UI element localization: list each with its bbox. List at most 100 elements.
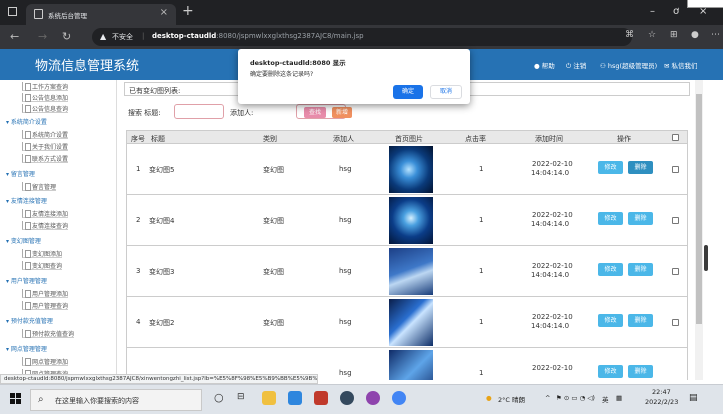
sidebar-group[interactable]: ▾ 网点管理管理 — [6, 344, 47, 354]
query-button[interactable]: 查找 — [304, 107, 326, 118]
tab-close-icon[interactable]: × — [160, 7, 168, 18]
sidebar-item[interactable]: 关于我们设置 — [22, 142, 69, 151]
forward-icon[interactable]: → — [38, 30, 47, 43]
sidebar-group-label: 留言管理 — [10, 171, 35, 178]
edit-button[interactable]: 修改 — [598, 263, 623, 276]
row-checkbox[interactable] — [672, 319, 679, 326]
sidebar-item[interactable]: 变幻图查询 — [22, 261, 63, 270]
reload-icon[interactable]: ↻ — [62, 30, 71, 43]
row-adder: hsg — [339, 165, 352, 173]
user-link[interactable]: ⚇ hsg(超级管理员) — [600, 60, 657, 70]
translate-icon[interactable]: ⌘ — [625, 30, 634, 40]
sidebar-item[interactable]: 友情连接查询 — [22, 221, 69, 230]
more-icon[interactable]: ⋯ — [711, 30, 720, 40]
add-button[interactable]: 新增 — [332, 107, 352, 118]
sidebar-group[interactable]: ▾ 预付款充值管理 — [6, 316, 53, 326]
row-checkbox[interactable] — [672, 217, 679, 224]
sidebar-item[interactable]: 工作方案查询 — [22, 82, 69, 91]
sidebar-group-label: 用户管理管理 — [10, 278, 47, 285]
row-clicks: 1 — [479, 369, 484, 377]
dialog-ok-button[interactable]: 确定 — [393, 85, 423, 99]
sidebar-item[interactable]: 公告信息添加 — [22, 93, 69, 102]
sidebar-item[interactable]: 用户管理添加 — [22, 289, 69, 298]
select-all-checkbox[interactable] — [672, 134, 679, 141]
browser-tab-bar: 系统后台管理 × + – ơ × — [0, 0, 723, 25]
profile-icon[interactable]: ● — [691, 30, 699, 40]
delete-button[interactable]: 删除 — [628, 365, 653, 378]
logout-link[interactable]: ⏻ 注销 — [566, 60, 586, 71]
scrollbar-thumb[interactable] — [696, 94, 702, 324]
edit-button[interactable]: 修改 — [598, 365, 623, 378]
row-checkbox[interactable] — [672, 166, 679, 173]
sidebar-group[interactable]: ▾ 留言管理 — [6, 169, 35, 179]
chrome-icon[interactable] — [392, 391, 406, 405]
sidebar-item[interactable]: 公告信息查询 — [22, 104, 69, 113]
row-time: 14:04:14.0 — [531, 271, 570, 279]
browser-menu-icon[interactable] — [8, 7, 17, 16]
delete-button[interactable]: 删除 — [628, 161, 653, 174]
col-ops: 操作 — [617, 135, 631, 143]
windows-start-icon[interactable] — [10, 393, 22, 405]
message-link[interactable]: ✉ 私信我们 — [664, 60, 698, 70]
browser-tab[interactable]: 系统后台管理 × — [26, 4, 176, 25]
row-checkbox[interactable] — [672, 268, 679, 275]
sidebar-item[interactable]: 系统简介设置 — [22, 130, 69, 139]
tray-icons[interactable]: ⚑ ⊙ ▭ ◔ ◁) — [556, 394, 595, 402]
sidebar-group[interactable]: ▾ 友情连接管理 — [6, 196, 47, 206]
taskbar-search[interactable]: ⌕ 在这里输入你要搜索的内容 — [30, 389, 202, 411]
sidebar-group-label: 友情连接管理 — [10, 198, 47, 205]
edit-button[interactable]: 修改 — [598, 212, 623, 225]
sidebar-item[interactable]: 联系方式设置 — [22, 154, 69, 163]
collections-icon[interactable]: ⊞ — [670, 30, 678, 40]
edit-button[interactable]: 修改 — [598, 161, 623, 174]
row-date: 2022-02-10 — [532, 262, 573, 270]
url-field[interactable]: ▲ 不安全 | desktop-ctaudld:8080/jspmwlxxglx… — [92, 28, 632, 46]
edit-button[interactable]: 修改 — [598, 314, 623, 327]
url-host: desktop-ctaudld — [152, 32, 217, 40]
clock-time[interactable]: 22:47 — [652, 388, 671, 396]
row-category: 变幻图 — [263, 268, 284, 276]
sidebar-group[interactable]: ▾ 变幻图管理 — [6, 236, 41, 246]
tray-chevron-icon[interactable]: ^ — [545, 394, 550, 402]
app-violet-icon[interactable] — [366, 391, 380, 405]
help-link[interactable]: ● 帮助 — [534, 60, 555, 70]
dialog-cancel-button[interactable]: 取消 — [430, 85, 462, 99]
sidebar-group[interactable]: ▾ 系统简介设置 — [6, 117, 47, 127]
delete-button[interactable]: 删除 — [628, 263, 653, 276]
side-handle[interactable] — [704, 245, 708, 271]
edge-icon[interactable] — [288, 391, 302, 405]
taskbar: ⌕ 在这里输入你要搜索的内容 ○ ⊟ ● 2°C 晴朗 ^ ⚑ ⊙ ▭ ◔ ◁)… — [0, 384, 723, 414]
page-icon — [34, 9, 43, 19]
maximize-button[interactable]: ơ — [673, 6, 679, 17]
delete-button[interactable]: 删除 — [628, 314, 653, 327]
sidebar-item[interactable]: 变幻图添加 — [22, 249, 63, 258]
sidebar-item[interactable]: 用户管理查询 — [22, 301, 69, 310]
sidebar-group[interactable]: ▾ 用户管理管理 — [6, 276, 47, 286]
back-icon[interactable]: ← — [10, 30, 19, 43]
cortana-icon[interactable]: ○ — [214, 391, 224, 404]
dialog-message: 确定要删除这条记录吗? — [250, 71, 314, 78]
new-tab-button[interactable]: + — [182, 3, 194, 19]
weather-icon: ● — [486, 394, 492, 402]
app-circle-icon[interactable] — [340, 391, 354, 405]
keyboard-icon[interactable]: ▦ — [616, 394, 622, 402]
minimize-button[interactable]: – — [650, 6, 655, 17]
sidebar-item[interactable]: 网点管理添加 — [22, 357, 69, 366]
sidebar-item[interactable]: 留言管理 — [22, 182, 57, 191]
app-w-icon[interactable] — [314, 391, 328, 405]
address-bar-row: ← → ↻ ▲ 不安全 | desktop-ctaudld:8080/jspmw… — [0, 25, 723, 49]
tab-title: 系统后台管理 — [48, 12, 87, 20]
sidebar-item[interactable]: 友情连接添加 — [22, 209, 69, 218]
delete-button[interactable]: 删除 — [628, 212, 653, 225]
favorite-icon[interactable]: ☆ — [648, 30, 656, 40]
sidebar-item[interactable]: 预付款充值查询 — [22, 329, 75, 338]
task-view-icon[interactable]: ⊟ — [237, 392, 245, 402]
ime-indicator[interactable]: 英 — [602, 394, 609, 404]
notification-icon[interactable]: ▤ — [689, 393, 698, 403]
page-scrollbar[interactable] — [695, 80, 703, 380]
title-search-input[interactable] — [174, 104, 224, 119]
row-category: 变幻图 — [263, 166, 284, 174]
file-explorer-icon[interactable] — [262, 391, 276, 405]
col-clicks: 点击率 — [465, 135, 486, 143]
clock-date[interactable]: 2022/2/23 — [645, 398, 678, 406]
